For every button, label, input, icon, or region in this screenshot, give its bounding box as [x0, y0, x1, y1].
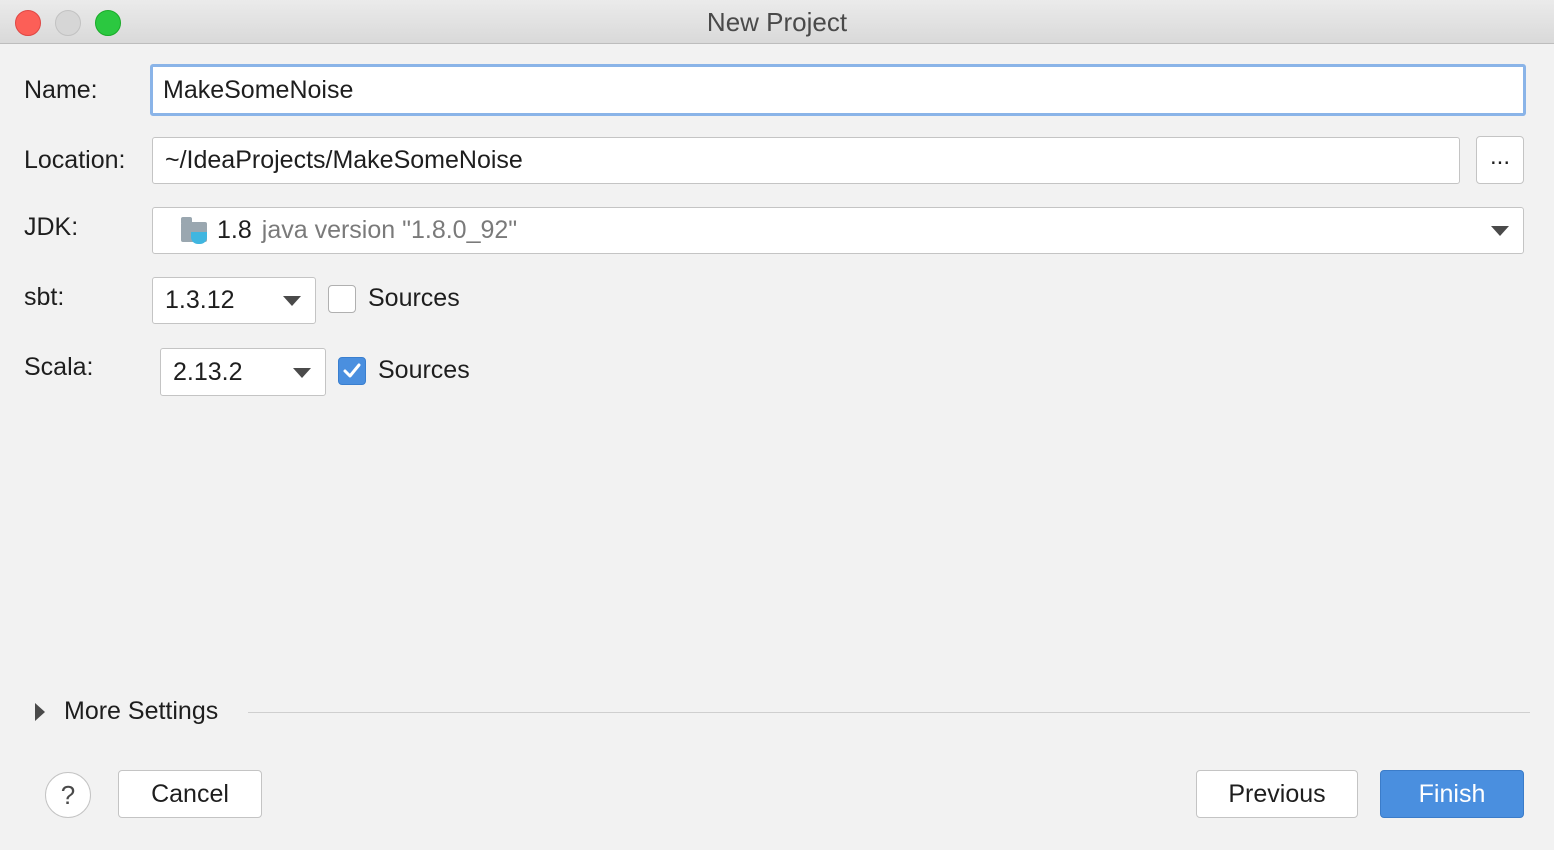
window-title: New Project [706, 7, 848, 37]
jdk-label: JDK: [24, 213, 79, 241]
chevron-down-icon [1491, 226, 1509, 236]
name-input[interactable]: MakeSomeNoise [150, 64, 1526, 116]
name-input-value: MakeSomeNoise [163, 75, 354, 104]
jdk-version: 1.8 [217, 216, 252, 244]
finish-button[interactable]: Finish [1380, 770, 1524, 818]
jdk-select[interactable]: 1.8 java version "1.8.0_92" [152, 207, 1524, 254]
expand-arrow-icon[interactable] [35, 703, 45, 721]
sbt-label: sbt: [24, 283, 65, 311]
scala-sources-checkbox[interactable] [338, 357, 366, 385]
scala-sources-label: Sources [378, 356, 470, 384]
location-label: Location: [24, 146, 126, 174]
sbt-version-select[interactable]: 1.3.12 [152, 277, 316, 324]
checkmark-icon [343, 363, 361, 378]
location-input[interactable]: ~/IdeaProjects/MakeSomeNoise [152, 137, 1460, 184]
name-label: Name: [24, 76, 98, 104]
jdk-description: java version "1.8.0_92" [261, 216, 518, 244]
scala-version-value: 2.13.2 [173, 357, 243, 386]
scala-label: Scala: [24, 353, 94, 381]
sbt-sources-label: Sources [368, 284, 460, 312]
chevron-down-icon [283, 296, 301, 306]
scala-version-select[interactable]: 2.13.2 [160, 348, 326, 396]
location-input-value: ~/IdeaProjects/MakeSomeNoise [165, 146, 523, 174]
divider [248, 712, 1530, 713]
previous-button[interactable]: Previous [1196, 770, 1358, 818]
jdk-folder-icon [179, 216, 211, 246]
cancel-button[interactable]: Cancel [118, 770, 262, 818]
browse-location-button[interactable]: ... [1476, 136, 1524, 184]
title-bar: New Project [0, 0, 1554, 44]
chevron-down-icon [293, 368, 311, 378]
sbt-version-value: 1.3.12 [165, 286, 235, 314]
help-button[interactable]: ? [45, 772, 91, 818]
sbt-sources-checkbox[interactable] [328, 285, 356, 313]
more-settings-toggle[interactable]: More Settings [64, 697, 218, 726]
